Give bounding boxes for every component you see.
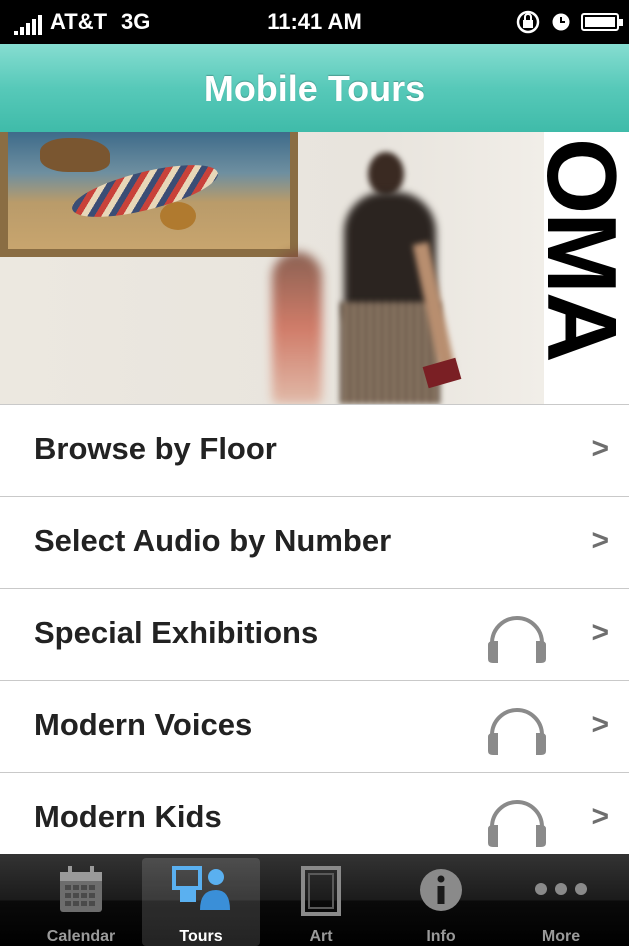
- chevron-right-icon: >: [591, 616, 609, 649]
- chevron-right-icon: >: [591, 432, 609, 465]
- tab-label: Art: [309, 928, 333, 945]
- menu-item-label: Modern Voices: [34, 707, 253, 742]
- tab-label: Tours: [179, 928, 223, 945]
- chevron-right-icon: >: [591, 800, 609, 833]
- menu-item-label: Select Audio by Number: [34, 523, 392, 558]
- menu-item-modern-kids[interactable]: Modern Kids >: [0, 772, 629, 864]
- menu-item-special-exhibitions[interactable]: Special Exhibitions >: [0, 588, 629, 680]
- wall-lettering: OMA: [544, 132, 629, 404]
- app-screen: AT&T 3G 11:41 AM Mobile Tours OMA Browse…: [0, 0, 629, 946]
- alarm-clock-icon: [552, 13, 570, 31]
- painting-image: [0, 132, 298, 257]
- menu-item-browse-by-floor[interactable]: Browse by Floor >: [0, 404, 629, 496]
- battery-icon: [581, 13, 623, 31]
- headphones-icon: [488, 616, 546, 663]
- menu-item-select-audio-by-number[interactable]: Select Audio by Number >: [0, 496, 629, 588]
- headphones-icon: [488, 708, 546, 755]
- tab-info[interactable]: Info: [382, 858, 500, 946]
- more-icon: [535, 883, 587, 895]
- rotation-lock-icon: [516, 10, 540, 34]
- tab-bar: Calendar Tours Art Info More: [0, 854, 629, 946]
- headphones-icon: [488, 800, 546, 847]
- tab-label: Calendar: [46, 928, 116, 945]
- navigation-bar: Mobile Tours: [0, 44, 629, 133]
- menu-item-modern-voices[interactable]: Modern Voices >: [0, 680, 629, 772]
- tab-tours[interactable]: Tours: [142, 858, 260, 946]
- hero-image: OMA: [0, 132, 629, 404]
- tab-calendar[interactable]: Calendar: [22, 858, 140, 946]
- menu-item-label: Browse by Floor: [34, 431, 277, 466]
- chevron-right-icon: >: [591, 524, 609, 557]
- calendar-icon: [60, 866, 102, 912]
- wall-lettering-text: OMA: [544, 138, 629, 361]
- info-icon: [420, 869, 462, 911]
- tab-label: Info: [426, 928, 456, 945]
- tours-menu-list: Browse by Floor > Select Audio by Number…: [0, 404, 629, 864]
- status-icons: [515, 9, 623, 35]
- frame-icon: [301, 866, 341, 916]
- menu-item-label: Special Exhibitions: [34, 615, 319, 650]
- blurred-child-figure: [272, 252, 322, 404]
- menu-item-label: Modern Kids: [34, 799, 222, 834]
- tab-label: More: [541, 928, 581, 945]
- tab-more[interactable]: More: [502, 858, 620, 946]
- tours-icon: [172, 866, 230, 910]
- page-title: Mobile Tours: [203, 68, 426, 109]
- chevron-right-icon: >: [591, 708, 609, 741]
- status-bar: AT&T 3G 11:41 AM: [0, 0, 629, 44]
- tab-art[interactable]: Art: [262, 858, 380, 946]
